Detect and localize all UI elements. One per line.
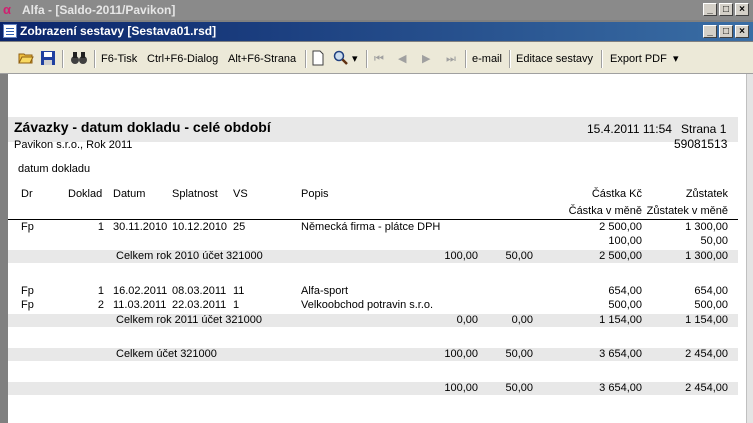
total-2011-zustatek: 1 154,00 bbox=[685, 314, 728, 326]
row-3-doklad: 2 bbox=[97, 299, 104, 311]
header-castka-kc: Částka Kč bbox=[591, 188, 642, 200]
row-1-doklad: 1 bbox=[97, 221, 104, 233]
row-1-zustatek: 1 300,00 bbox=[685, 221, 728, 233]
row-2-zustatek: 654,00 bbox=[694, 285, 728, 297]
total-2011-castka: 1 154,00 bbox=[599, 314, 642, 326]
grand-total-zustatek: 2 454,00 bbox=[685, 382, 728, 394]
report-page-number: Strana 1 bbox=[681, 122, 727, 136]
row-2-splatnost: 08.03.2011 bbox=[172, 285, 227, 297]
alt-f6-page-button[interactable]: Alt+F6-Strana bbox=[228, 50, 296, 68]
export-pdf-button[interactable]: Export PDF bbox=[610, 50, 667, 68]
app-title-bar: α Alfa - [Saldo-2011/Pavikon] _ □ × bbox=[0, 0, 753, 20]
app-window-controls: _ □ × bbox=[703, 3, 749, 16]
magnifier-icon[interactable] bbox=[333, 50, 349, 68]
header-zustatek-mena: Zůstatek v měně bbox=[646, 205, 728, 217]
edit-report-button[interactable]: Editace sestavy bbox=[516, 50, 593, 68]
row-1-splatnost: 10.12.2010 bbox=[172, 221, 228, 233]
header-divider bbox=[8, 219, 738, 220]
report-toolbar: F6-Tisk Ctrl+F6-Dialog Alt+F6-Strana ▾ ⏮… bbox=[0, 42, 753, 74]
report-scrollbar[interactable] bbox=[746, 74, 753, 423]
email-button[interactable]: e-mail bbox=[472, 50, 502, 68]
row-3-zustatek: 500,00 bbox=[694, 299, 728, 311]
header-vs: VS bbox=[233, 188, 248, 200]
row-1-castka: 2 500,00 bbox=[599, 221, 642, 233]
report-minimize-button[interactable]: _ bbox=[703, 25, 717, 38]
first-page-icon[interactable]: ⏮ bbox=[374, 50, 384, 68]
report-maximize-button[interactable]: □ bbox=[719, 25, 733, 38]
report-window-title-bar: Zobrazení sestavy [Sestava01.rsd] _ □ × bbox=[0, 22, 753, 41]
minimize-button[interactable]: _ bbox=[703, 3, 717, 16]
header-castka-mena: Částka v měně bbox=[568, 205, 642, 217]
report-datetime: 15.4.2011 11:54 bbox=[587, 122, 672, 136]
company-name: Pavikon s.r.o., Rok 2011 bbox=[14, 139, 133, 151]
row-3-castka: 500,00 bbox=[608, 299, 642, 311]
grand-total-b: 50,00 bbox=[505, 382, 533, 394]
header-dr: Dr bbox=[21, 188, 33, 200]
zoom-dropdown-icon[interactable]: ▾ bbox=[352, 50, 358, 68]
row-2-datum: 16.02.2011 bbox=[113, 285, 168, 297]
maximize-button[interactable]: □ bbox=[719, 3, 733, 16]
total-account-b: 50,00 bbox=[505, 348, 533, 360]
header-zustatek: Zůstatek bbox=[685, 188, 728, 200]
floppy-icon[interactable] bbox=[40, 50, 56, 68]
header-datum: Datum bbox=[113, 188, 146, 200]
total-account-label: Celkem účet 321000 bbox=[116, 348, 217, 360]
report-page: Závazky - datum dokladu - celé období 15… bbox=[8, 74, 746, 423]
row-1-datum: 30.11.2010 bbox=[113, 221, 168, 233]
total-account-zustatek: 2 454,00 bbox=[685, 348, 728, 360]
row-2-popis: Alfa-sport bbox=[301, 285, 349, 297]
last-page-icon[interactable]: ⏭ bbox=[446, 50, 456, 68]
report-window-controls: _ □ × bbox=[703, 25, 749, 38]
row-2-castka: 654,00 bbox=[608, 285, 642, 297]
total-2010-label: Celkem rok 2010 účet 321000 bbox=[116, 250, 263, 262]
row-3-splatnost: 22.03.2011 bbox=[172, 299, 227, 311]
row-1-castka-mena: 100,00 bbox=[608, 235, 642, 247]
f6-print-button[interactable]: F6-Tisk bbox=[101, 50, 137, 68]
filter-label: datum dokladu bbox=[18, 163, 91, 175]
report-window-title: Zobrazení sestavy [Sestava01.rsd] bbox=[20, 24, 217, 38]
header-popis: Popis bbox=[301, 188, 329, 200]
row-1-dr: Fp bbox=[21, 221, 34, 233]
total-2010-b: 50,00 bbox=[505, 250, 533, 262]
report-close-button[interactable]: × bbox=[735, 25, 749, 38]
previous-page-icon[interactable]: ◀ bbox=[398, 50, 406, 68]
header-doklad: Doklad bbox=[68, 188, 103, 200]
close-button[interactable]: × bbox=[735, 3, 749, 16]
row-1-vs: 25 bbox=[233, 221, 246, 233]
next-page-icon[interactable]: ▶ bbox=[422, 50, 430, 68]
report-window-icon bbox=[3, 24, 17, 38]
folder-open-icon[interactable] bbox=[18, 50, 34, 68]
grand-total-castka: 3 654,00 bbox=[599, 382, 642, 394]
row-2-vs: 11 bbox=[233, 285, 245, 297]
export-dropdown-icon[interactable]: ▾ bbox=[673, 50, 679, 68]
row-3-dr: Fp bbox=[21, 299, 34, 311]
total-2011-b: 0,00 bbox=[511, 314, 533, 326]
binoculars-icon[interactable] bbox=[70, 50, 88, 68]
ctrl-f6-dialog-button[interactable]: Ctrl+F6-Dialog bbox=[147, 50, 218, 68]
total-2010-castka: 2 500,00 bbox=[599, 250, 642, 262]
header-splatnost: Splatnost bbox=[172, 188, 218, 200]
report-title: Závazky - datum dokladu - celé období bbox=[14, 119, 271, 135]
row-3-datum: 11.03.2011 bbox=[113, 299, 167, 311]
alfa-logo-icon: α bbox=[3, 2, 11, 17]
app-title: Alfa - [Saldo-2011/Pavikon] bbox=[22, 3, 176, 17]
row-3-popis: Velkoobchod potravin s.r.o. bbox=[301, 299, 434, 311]
row-3-vs: 1 bbox=[233, 299, 240, 311]
row-2-dr: Fp bbox=[21, 285, 34, 297]
company-code: 59081513 bbox=[674, 137, 728, 151]
total-account-castka: 3 654,00 bbox=[599, 348, 642, 360]
total-2010-zustatek: 1 300,00 bbox=[685, 250, 728, 262]
row-2-doklad: 1 bbox=[97, 285, 104, 297]
row-1-popis: Německá firma - plátce DPH bbox=[301, 221, 441, 233]
row-1-zustatek-mena: 50,00 bbox=[700, 235, 728, 247]
page-icon[interactable] bbox=[312, 50, 324, 68]
total-2011-label: Celkem rok 2011 účet 321000 bbox=[116, 314, 262, 326]
